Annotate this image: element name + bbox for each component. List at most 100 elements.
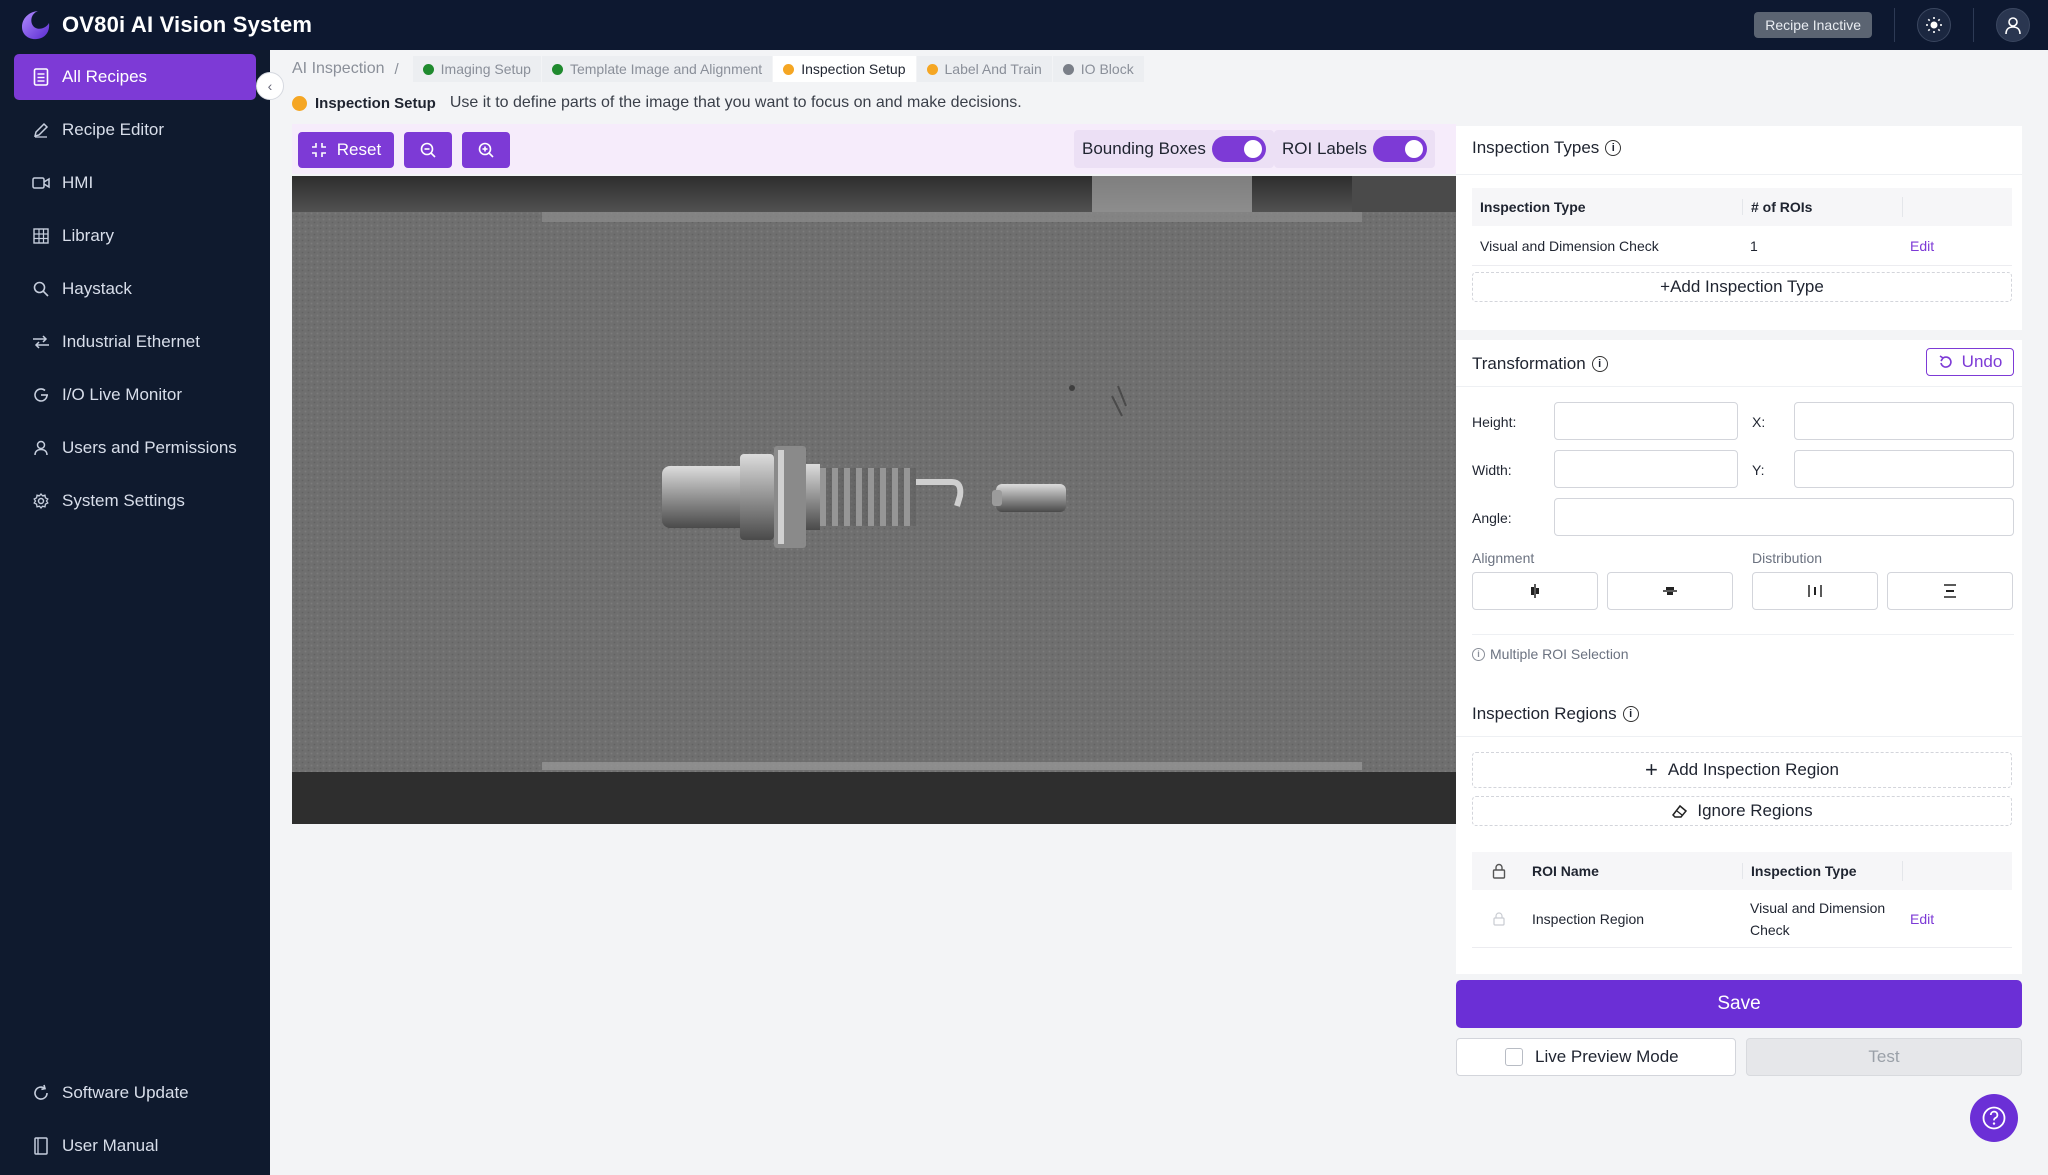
multiple-roi-text: Multiple ROI Selection <box>1490 646 1629 662</box>
x-input[interactable] <box>1794 402 2014 440</box>
width-input[interactable] <box>1554 450 1738 488</box>
roi-labels-switch[interactable] <box>1373 136 1428 162</box>
divider <box>1456 174 2022 175</box>
roi-labels-label: ROI Labels <box>1282 139 1368 158</box>
chevron-left-icon: ‹ <box>267 78 273 94</box>
info-icon[interactable]: i <box>1591 356 1608 372</box>
info-icon: i <box>1472 647 1485 661</box>
help-button[interactable] <box>1970 1094 2018 1142</box>
camera-image-canvas[interactable] <box>292 176 1456 824</box>
sidebar-item-users-and-permissions[interactable]: Users and Permissions <box>14 425 256 471</box>
video-icon <box>32 174 50 192</box>
sidebar-item-user-manual[interactable]: User Manual <box>14 1123 256 1169</box>
undo-icon <box>1939 355 1952 368</box>
search-icon <box>32 280 50 298</box>
add-inspection-type-button[interactable]: +Add Inspection Type <box>1472 272 2012 302</box>
edit-roi-link[interactable]: Edit <box>1902 911 2012 927</box>
live-preview-checkbox[interactable] <box>1505 1048 1523 1066</box>
sidebar: All Recipes Recipe Editor HMI Library Ha… <box>0 50 270 1175</box>
panel-title-text: Transformation <box>1472 354 1586 373</box>
inspection-types-panel: Inspection Types i Inspection Type # of … <box>1456 126 2022 330</box>
sidebar-collapse-button[interactable]: ‹ <box>256 72 284 100</box>
sidebar-item-label: Recipe Editor <box>62 120 165 139</box>
sidebar-item-industrial-ethernet[interactable]: Industrial Ethernet <box>14 319 256 365</box>
angle-input[interactable] <box>1554 498 2014 536</box>
undo-label: Undo <box>1961 352 2003 371</box>
row-lock-toggle[interactable] <box>1472 911 1526 926</box>
roi-labels-toggle[interactable]: ROI Labels <box>1274 130 1436 168</box>
panel-title: Transformation i <box>1472 354 1608 374</box>
y-input[interactable] <box>1794 450 2014 488</box>
step-description-text: Use it to define parts of the image that… <box>449 94 1022 111</box>
save-button[interactable]: Save <box>1456 980 2022 1028</box>
panel-title-text: Inspection Regions <box>1472 704 1617 723</box>
tab-label: IO Block <box>1080 61 1134 77</box>
lock-icon <box>1492 863 1506 879</box>
bounding-boxes-toggle[interactable]: Bounding Boxes <box>1074 130 1274 168</box>
ignore-regions-button[interactable]: Ignore Regions <box>1472 796 2012 826</box>
tab-template-image-and-alignment[interactable]: Template Image and Alignment <box>541 56 774 82</box>
test-button[interactable]: Test <box>1746 1038 2022 1076</box>
distribute-horizontal-button[interactable] <box>1752 572 1878 610</box>
add-inspection-region-button[interactable]: + Add Inspection Region <box>1472 752 2012 788</box>
info-icon[interactable]: i <box>1622 706 1639 722</box>
tab-label: Inspection Setup <box>801 61 906 77</box>
divider <box>1973 8 1974 42</box>
edit-inspection-type-link[interactable]: Edit <box>1902 238 2012 254</box>
tab-imaging-setup[interactable]: Imaging Setup <box>412 56 542 82</box>
sidebar-item-label: System Settings <box>62 491 185 510</box>
roi-count: 1 <box>1750 237 1758 254</box>
sidebar-item-haystack[interactable]: Haystack <box>14 266 256 312</box>
reset-button[interactable]: Reset <box>298 132 394 168</box>
panel-title-text: Inspection Types <box>1472 138 1600 157</box>
sidebar-item-library[interactable]: Library <box>14 213 256 259</box>
undo-button[interactable]: Undo <box>1926 348 2014 376</box>
sidebar-item-hmi[interactable]: HMI <box>14 160 256 206</box>
sidebar-item-io-live-monitor[interactable]: I/O Live Monitor <box>14 372 256 418</box>
monitor-icon <box>32 386 50 404</box>
info-icon[interactable]: i <box>1605 140 1622 156</box>
sidebar-item-label: User Manual <box>62 1136 159 1155</box>
divider <box>1456 386 2022 387</box>
grid-icon <box>32 227 50 245</box>
bounding-boxes-switch[interactable] <box>1211 136 1266 162</box>
panel-title: Inspection Types i <box>1472 138 1622 158</box>
table-row: Visual and Dimension Check 1 Edit <box>1472 226 2012 266</box>
user-avatar-button[interactable] <box>1996 8 2030 42</box>
breadcrumb-root[interactable]: AI Inspection <box>292 60 385 78</box>
theme-toggle-button[interactable] <box>1917 8 1951 42</box>
sidebar-item-recipe-editor[interactable]: Recipe Editor <box>14 107 256 153</box>
column-header-empty <box>1902 861 2012 881</box>
angle-label: Angle: <box>1472 510 1512 526</box>
multiple-roi-selection-hint: i Multiple ROI Selection <box>1472 646 1629 662</box>
user-icon <box>2005 17 2021 35</box>
tab-label-and-train[interactable]: Label And Train <box>916 56 1053 82</box>
align-vertical-center-button[interactable] <box>1607 572 1733 610</box>
zoom-in-button[interactable] <box>462 132 510 168</box>
tab-io-block[interactable]: IO Block <box>1052 56 1145 82</box>
sidebar-item-all-recipes[interactable]: All Recipes <box>14 54 256 100</box>
align-horizontal-center-button[interactable] <box>1472 572 1598 610</box>
live-preview-toggle[interactable]: Live Preview Mode <box>1456 1038 1736 1076</box>
step-description: Inspection Setup Use it to define parts … <box>292 94 1022 112</box>
tab-label: Label And Train <box>944 61 1042 77</box>
status-dot <box>292 95 307 111</box>
alignment-buttons <box>1472 572 2014 610</box>
distribute-vertical-button[interactable] <box>1887 572 2013 610</box>
height-input[interactable] <box>1554 402 1738 440</box>
column-header: Inspection Type <box>1480 199 1586 215</box>
eraser-icon <box>1672 804 1688 818</box>
tab-inspection-setup[interactable]: Inspection Setup <box>773 56 917 82</box>
column-header: ROI Name <box>1532 863 1599 879</box>
sidebar-item-software-update[interactable]: Software Update <box>14 1070 256 1116</box>
top-bar: OV80i AI Vision System Recipe Inactive <box>0 0 2048 50</box>
zoom-out-button[interactable] <box>404 132 452 168</box>
x-label: X: <box>1752 414 1766 430</box>
column-header: # of ROIs <box>1742 199 1902 215</box>
ignore-regions-label: Ignore Regions <box>1697 801 1813 820</box>
sidebar-item-label: All Recipes <box>62 67 148 86</box>
book-icon <box>32 1137 50 1155</box>
sidebar-item-system-settings[interactable]: System Settings <box>14 478 256 524</box>
panel-title: Inspection Regions i <box>1472 704 1639 724</box>
inspection-regions-table: ROI Name Inspection Type Inspection Regi… <box>1472 852 2012 948</box>
